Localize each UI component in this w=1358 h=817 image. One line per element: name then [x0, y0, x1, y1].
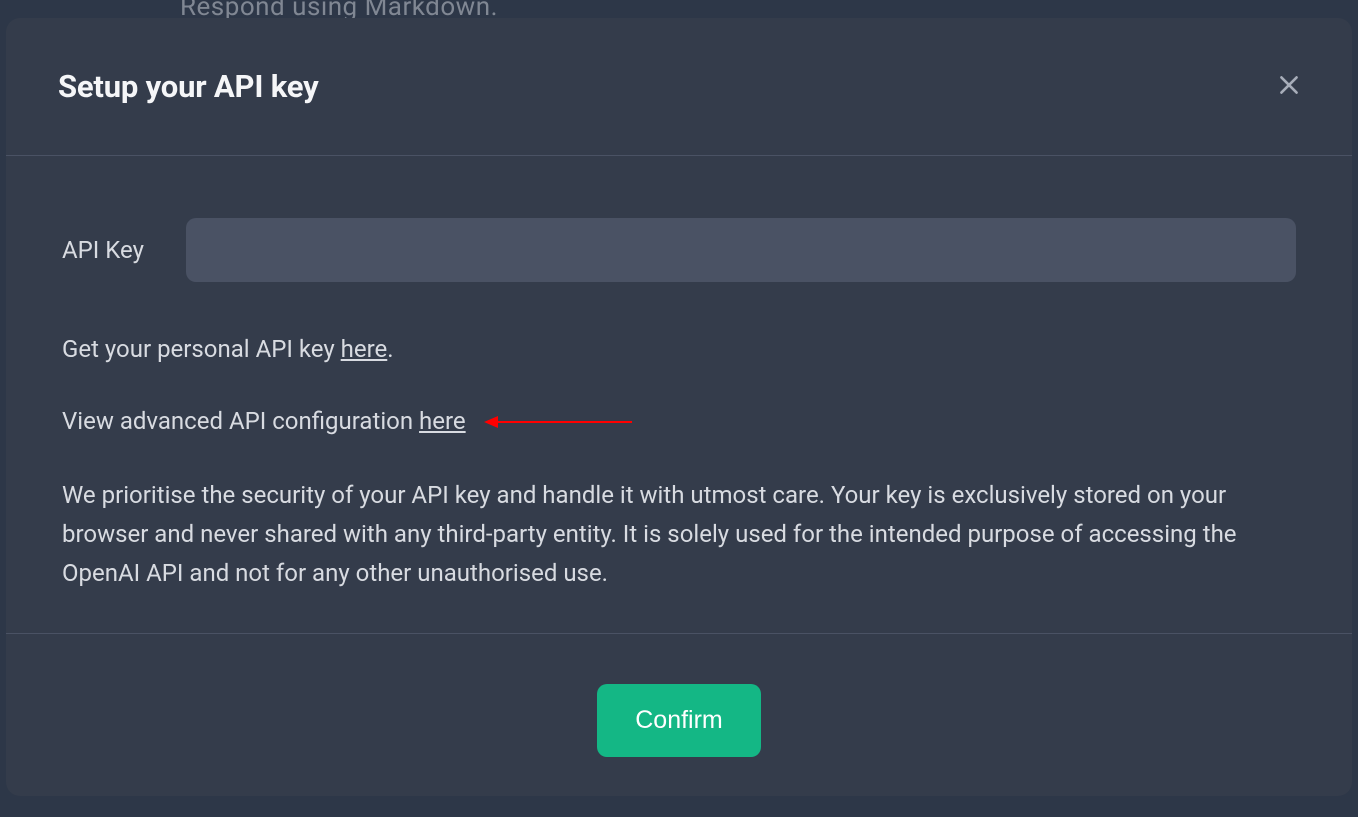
- close-button[interactable]: [1272, 68, 1306, 105]
- confirm-button[interactable]: Confirm: [597, 684, 761, 757]
- api-key-row: API Key: [62, 218, 1296, 282]
- modal-body: API Key Get your personal API key here. …: [6, 156, 1352, 633]
- modal-header: Setup your API key: [6, 18, 1352, 156]
- advanced-config-text: View advanced API configuration here: [62, 402, 1296, 442]
- advanced-config-prefix: View advanced API configuration: [62, 407, 419, 435]
- modal-title: Setup your API key: [58, 68, 319, 105]
- get-api-key-link[interactable]: here: [341, 335, 388, 363]
- api-key-input[interactable]: [186, 218, 1296, 282]
- get-api-key-text: Get your personal API key here.: [62, 330, 1296, 368]
- modal-footer: Confirm: [6, 633, 1352, 817]
- get-api-key-suffix: .: [387, 335, 393, 363]
- advanced-config-link[interactable]: here: [419, 407, 466, 435]
- arrow-annotation-icon: [484, 404, 632, 442]
- get-api-key-prefix: Get your personal API key: [62, 335, 341, 363]
- close-icon: [1276, 72, 1302, 101]
- security-notice: We prioritise the security of your API k…: [62, 476, 1296, 593]
- api-key-setup-modal: Setup your API key API Key Get your pers…: [6, 18, 1352, 796]
- api-key-label: API Key: [62, 231, 144, 269]
